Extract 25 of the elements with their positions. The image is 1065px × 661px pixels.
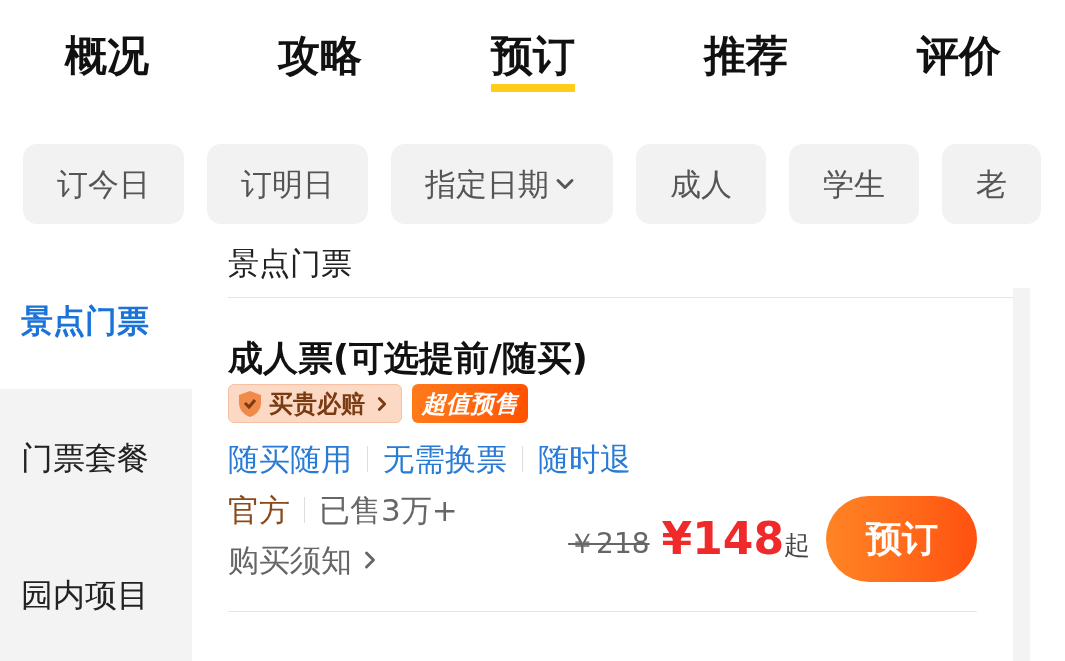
section-title: 景点门票 [228,244,353,283]
filter-chip[interactable]: 订今日 [23,144,184,224]
tab[interactable]: 攻略 [277,28,362,92]
guarantee-badge[interactable]: 买贵必赔 [228,384,402,423]
original-price: ￥218 [568,526,650,562]
price-suffix: 起 [784,528,810,562]
sold-count: 已售3万+ [319,490,458,530]
filter-chip[interactable]: 老 [942,144,1041,224]
product-title: 成人票(可选提前/随买) [228,337,589,380]
feature-label: 随买随用 [228,439,352,479]
tab[interactable]: 概况 [64,28,149,92]
price: ¥148 [661,512,784,566]
tab[interactable]: 推荐 [703,28,788,92]
promo-badge: 超值预售 [412,384,528,423]
filter-chip[interactable]: 学生 [789,144,919,224]
filter-chip[interactable]: 成人 [636,144,766,224]
shield-check-icon [237,389,263,418]
feature-label: 无需换票 [383,439,507,479]
filter-chip[interactable]: 指定日期 [391,144,613,224]
filter-chip[interactable]: 订明日 [207,144,368,224]
seller-label: 官方 [228,490,290,530]
tab[interactable]: 预订 [490,28,575,92]
purchase-notice-link[interactable]: 购买须知 [228,535,458,585]
feature-label: 随时退 [538,439,631,479]
tab[interactable]: 评价 [916,28,1001,92]
